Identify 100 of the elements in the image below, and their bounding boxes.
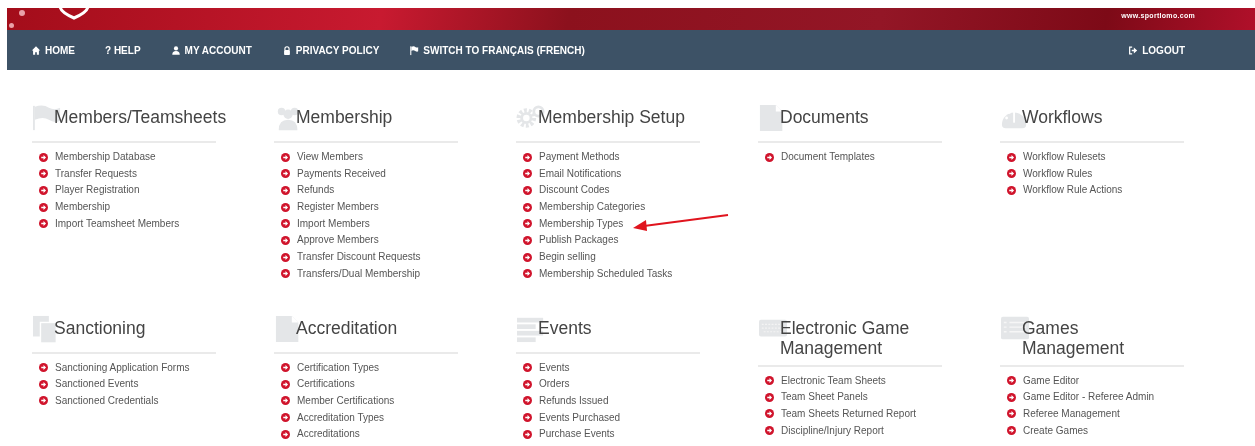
menu-link[interactable]: Membership Types	[539, 217, 624, 230]
arrow-circle-icon	[1007, 409, 1016, 419]
menu-link[interactable]: Workflow Rule Actions	[1023, 184, 1123, 196]
arrow-circle-icon	[523, 152, 532, 162]
menu-link[interactable]: Transfers/Dual Membership	[297, 267, 420, 280]
arrow-circle-icon	[281, 429, 290, 439]
menu-link[interactable]: Payments Received	[297, 167, 386, 180]
arrow-circle-icon	[39, 152, 48, 162]
menu-link[interactable]: Accreditations	[297, 428, 360, 440]
menu-link[interactable]: Team Sheet Panels	[781, 391, 868, 403]
section-title: Members/Teamsheets	[54, 107, 227, 127]
arrow-circle-icon	[1007, 185, 1016, 195]
menu-link[interactable]: Document Templates	[781, 151, 875, 163]
menu-link[interactable]: Workflow Rulesets	[1023, 151, 1106, 163]
arrow-circle-icon	[523, 252, 532, 262]
menu-link[interactable]: Electronic Team Sheets	[781, 374, 886, 386]
arrow-circle-icon	[523, 169, 532, 179]
menu-link[interactable]: Transfer Requests	[55, 167, 137, 180]
arrow-circle-icon	[523, 185, 532, 195]
menu-link[interactable]: Referee Management	[1023, 407, 1120, 420]
nav-link[interactable]: ? HELP	[105, 44, 141, 56]
menu-link[interactable]: Publish Packages	[539, 234, 619, 246]
arrow-circle-icon	[39, 396, 48, 406]
menu-link[interactable]: Member Certifications	[297, 394, 395, 407]
arrow-circle-icon	[281, 235, 290, 245]
arrow-circle-icon	[39, 379, 48, 389]
flag-icon	[409, 44, 420, 56]
arrow-circle-icon	[1007, 426, 1016, 436]
arrow-circle-icon	[523, 235, 532, 245]
menu-link[interactable]: Import Teamsheet Members	[55, 217, 180, 230]
arrow-circle-icon	[281, 413, 290, 423]
menu-link[interactable]: Create Games	[1023, 424, 1089, 437]
arrow-circle-icon	[39, 363, 48, 372]
arrow-circle-icon	[39, 185, 48, 195]
menu-link[interactable]: Certification Types	[297, 361, 380, 373]
menu-link[interactable]: Approve Members	[297, 234, 379, 246]
arrow-circle-icon	[1007, 169, 1016, 179]
menu-link[interactable]: Transfer Discount Requests	[297, 251, 421, 263]
arrow-circle-icon	[281, 269, 290, 279]
nav-link[interactable]: HOME	[31, 44, 75, 56]
menu-link[interactable]: Sanctioning Application Forms	[55, 361, 190, 373]
arrow-circle-icon	[281, 152, 290, 162]
arrow-circle-icon	[523, 202, 532, 212]
menu-link[interactable]: Payment Methods	[539, 151, 620, 163]
arrow-circle-icon	[281, 396, 290, 406]
arrow-circle-icon	[523, 429, 532, 439]
section-title: Documents	[780, 107, 869, 127]
section-title: Events	[538, 317, 592, 338]
arrow-circle-icon	[523, 219, 532, 229]
menu-link[interactable]: Discount Codes	[539, 184, 610, 196]
menu-link[interactable]: Import Members	[297, 217, 370, 230]
menu-link[interactable]: Events Purchased	[539, 411, 621, 424]
arrow-circle-icon	[281, 185, 290, 195]
menu-link[interactable]: Refunds Issued	[539, 394, 609, 407]
menu-link[interactable]: Events	[539, 361, 570, 373]
arrow-circle-icon	[39, 169, 48, 179]
menu-link[interactable]: Accreditation Types	[297, 411, 385, 424]
menu-link[interactable]: Membership Categories	[539, 201, 646, 213]
arrow-circle-icon	[1007, 376, 1016, 385]
menu-link[interactable]: Discipline/Injury Report	[781, 424, 884, 437]
section-title: Membership Setup	[538, 107, 685, 127]
menu-link[interactable]: Orders	[539, 378, 570, 390]
section-title: Sanctioning	[54, 317, 146, 338]
arrow-circle-icon	[39, 202, 48, 212]
menu-link[interactable]: Game Editor	[1023, 374, 1080, 386]
arrow-circle-icon	[765, 426, 774, 436]
menu-link[interactable]: Certifications	[297, 378, 355, 390]
menu-link[interactable]: Sanctioned Events	[55, 378, 139, 390]
arrow-circle-icon	[765, 376, 774, 385]
menu-link[interactable]: Purchase Events	[539, 428, 615, 440]
menu-link[interactable]: Team Sheets Returned Report	[781, 407, 917, 420]
arrow-circle-icon	[1007, 392, 1016, 402]
arrow-circle-icon	[39, 219, 48, 229]
arrow-circle-icon	[1007, 152, 1016, 162]
arrow-circle-icon	[523, 269, 532, 279]
menu-link[interactable]: Player Registration	[55, 184, 140, 196]
arrow-circle-icon	[281, 379, 290, 389]
arrow-circle-icon	[281, 363, 290, 372]
arrow-circle-icon	[523, 363, 532, 372]
menu-link[interactable]: Game Editor - Referee Admin	[1023, 391, 1155, 403]
section-title: Electronic Game Management	[780, 317, 911, 358]
menu-link[interactable]: Email Notifications	[539, 167, 622, 180]
menu-link[interactable]: Refunds	[297, 184, 335, 196]
arrow-circle-icon	[765, 409, 774, 419]
lock-icon	[281, 44, 292, 56]
menu-link[interactable]: Begin selling	[539, 251, 596, 263]
menu-link[interactable]: Register Members	[297, 201, 379, 213]
nav-link[interactable]: PRIVACY POLICY	[281, 44, 380, 56]
arrow-circle-icon	[281, 219, 290, 229]
nav-link[interactable]: SWITCH TO FRANÇAIS (FRENCH)	[409, 44, 585, 56]
logout-link[interactable]: LOGOUT	[1128, 44, 1185, 56]
section-title: Membership	[296, 107, 393, 127]
menu-link[interactable]: Membership Scheduled Tasks	[539, 267, 673, 280]
menu-link[interactable]: Workflow Rules	[1023, 167, 1093, 180]
menu-link[interactable]: View Members	[297, 151, 363, 163]
section-title: Games Management	[1022, 317, 1126, 358]
nav-link[interactable]: MY ACCOUNT	[170, 44, 252, 56]
menu-link[interactable]: Membership Database	[55, 151, 156, 163]
menu-link[interactable]: Sanctioned Credentials	[55, 394, 159, 407]
menu-link[interactable]: Membership	[55, 201, 111, 213]
